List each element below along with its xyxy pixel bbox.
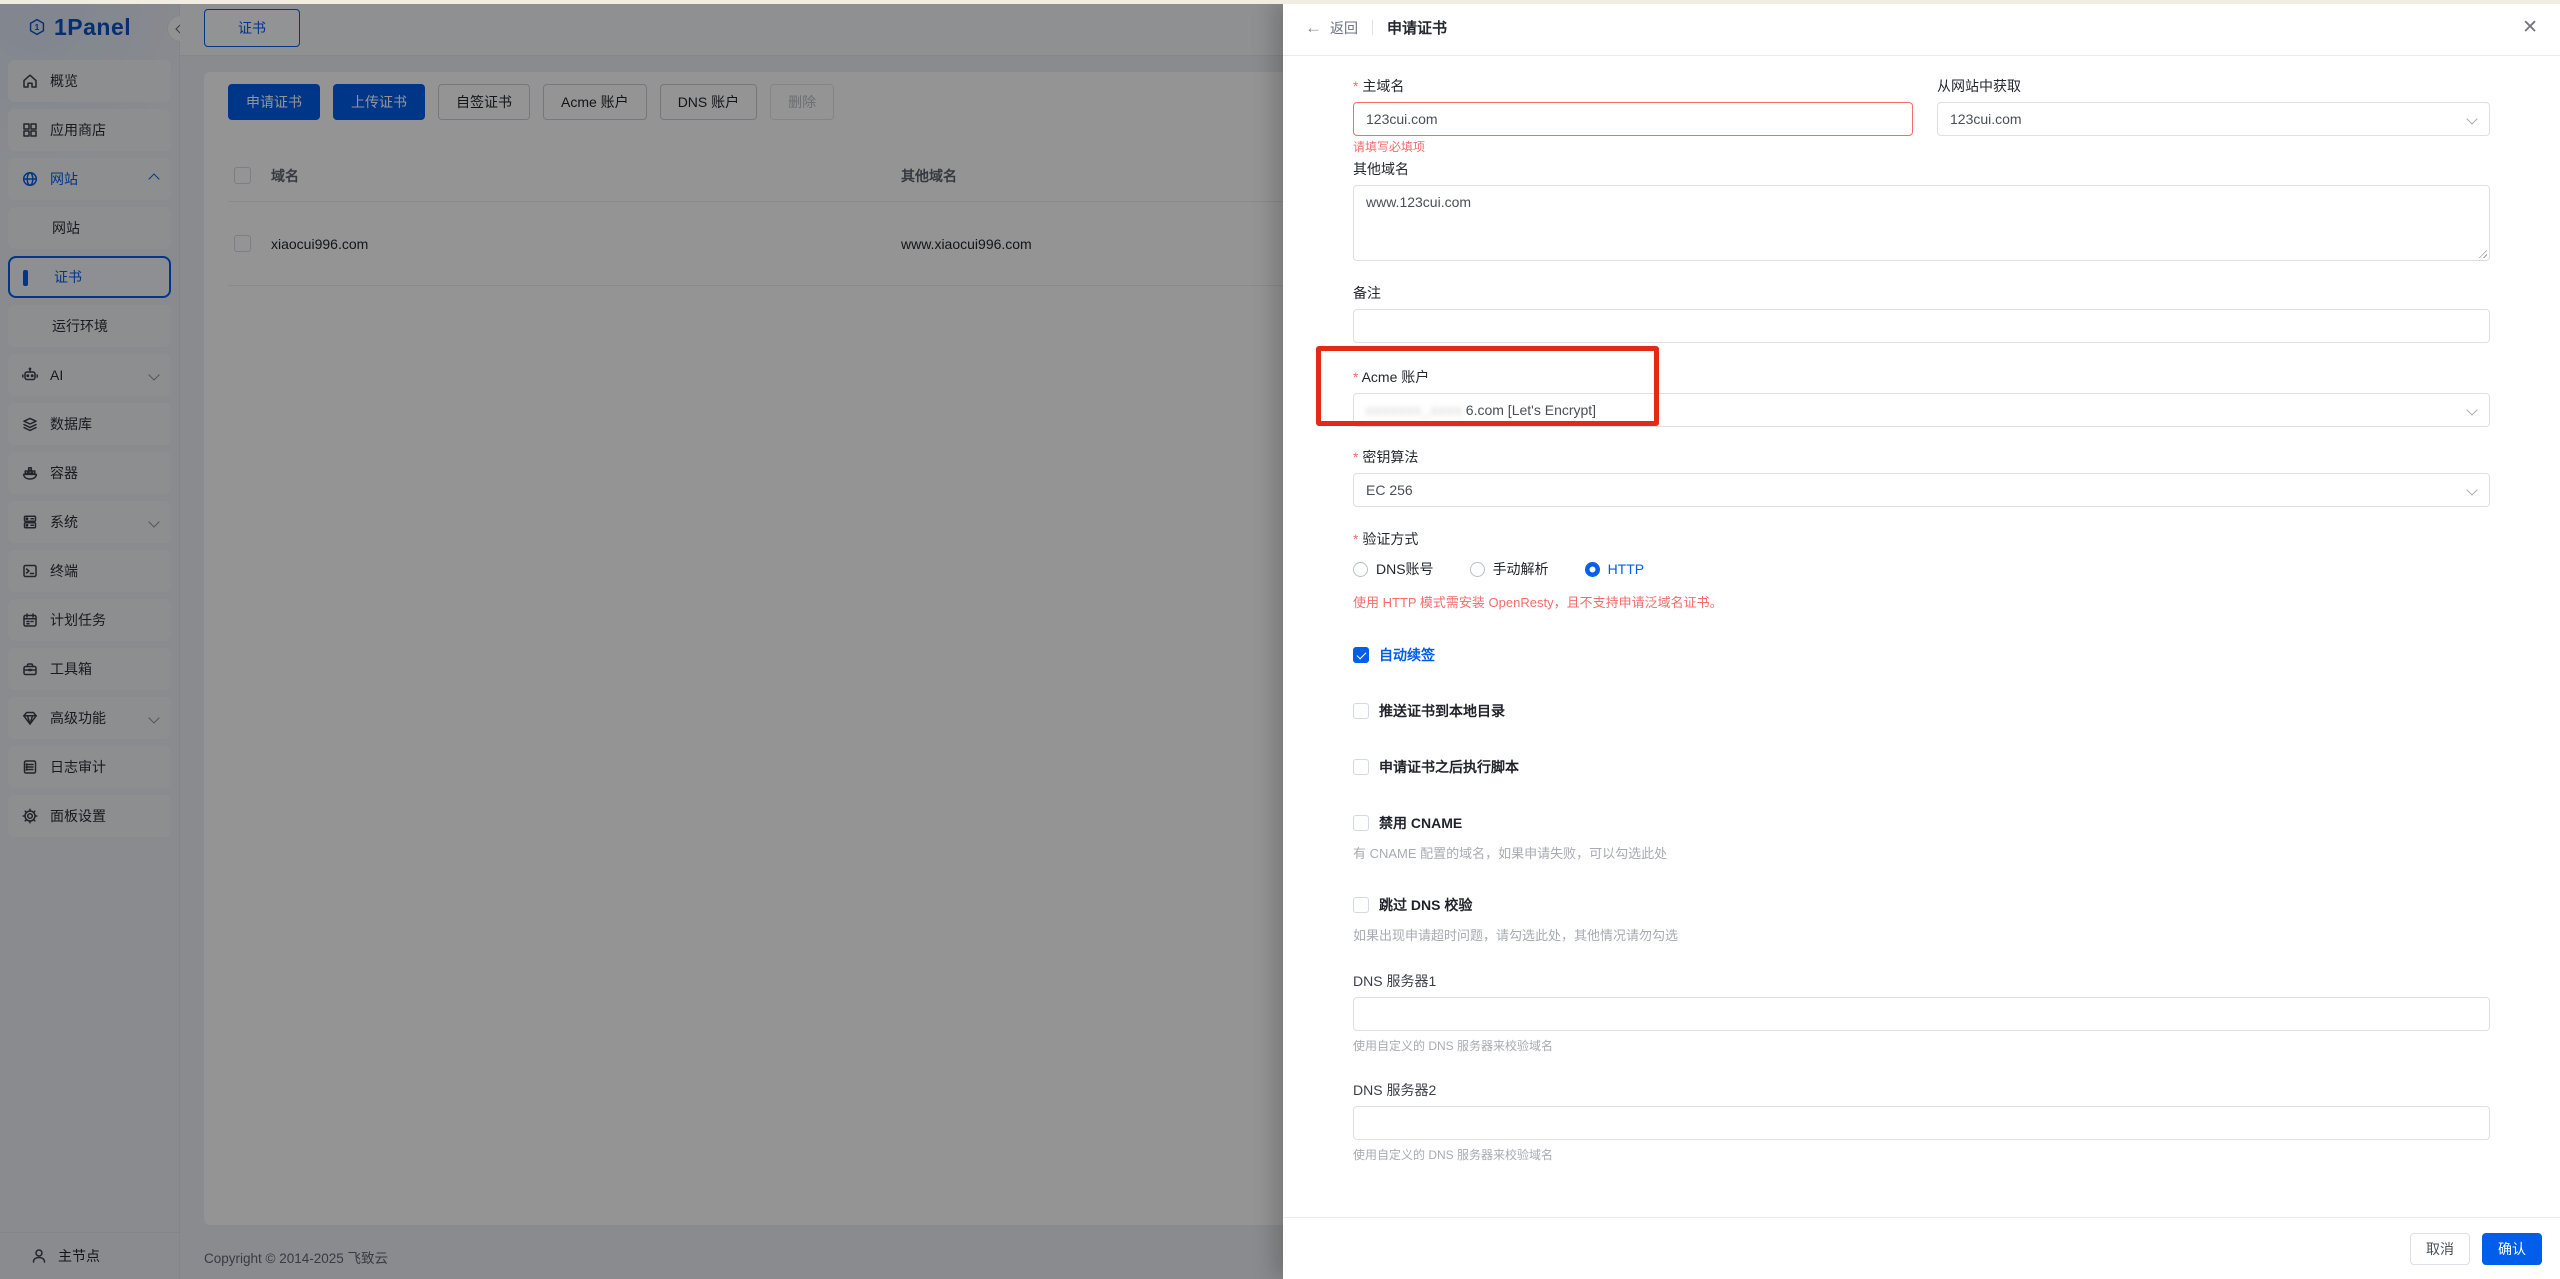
remark-input[interactable]	[1353, 309, 2490, 343]
checkbox-icon	[1353, 759, 1369, 775]
verify-mode-label: 验证方式	[1353, 531, 2490, 547]
remark-label: 备注	[1353, 285, 2490, 301]
radio-manual-resolve[interactable]: 手动解析	[1470, 559, 1549, 579]
chevron-down-icon	[2466, 484, 2477, 495]
from-website-label: 从网站中获取	[1937, 78, 2490, 94]
key-algorithm-select[interactable]: EC 256	[1353, 473, 2490, 507]
checkbox-push-to-local-dir[interactable]: 推送证书到本地目录	[1353, 701, 2490, 721]
drawer-title: 申请证书	[1387, 17, 1447, 38]
other-domains-label: 其他域名	[1353, 161, 2490, 177]
dns-server1-hint: 使用自定义的 DNS 服务器来校验域名	[1353, 1037, 2490, 1054]
primary-domain-input[interactable]	[1353, 102, 1913, 136]
dns-server2-input[interactable]	[1353, 1106, 2490, 1140]
radio-dns-account[interactable]: DNS账号	[1353, 559, 1434, 579]
header-divider	[1372, 20, 1373, 35]
checkbox-exec-script-after[interactable]: 申请证书之后执行脚本	[1353, 757, 2490, 777]
checkbox-icon	[1353, 897, 1369, 913]
dns-server1-input[interactable]	[1353, 997, 2490, 1031]
acme-account-select[interactable]: xxxxxxx_xxxx 6.com [Let's Encrypt]	[1353, 393, 2490, 427]
back-arrow-icon: ←	[1305, 18, 1322, 38]
redacted-text: xxxxxxx_xxxx	[1366, 402, 1463, 418]
checkbox-icon	[1353, 703, 1369, 719]
dns-server2-label: DNS 服务器2	[1353, 1082, 2490, 1098]
checkbox-skip-dns-check[interactable]: 跳过 DNS 校验	[1353, 895, 2490, 915]
apply-cert-drawer: ← 返回 申请证书 ✕ 主域名 请填写必填项 从网站中获取 123cui.com…	[1283, 0, 2560, 1279]
confirm-button[interactable]: 确认	[2482, 1233, 2542, 1265]
radio-http[interactable]: HTTP	[1585, 561, 1645, 577]
drawer-body: 主域名 请填写必填项 从网站中获取 123cui.com 其他域名 www.12…	[1283, 56, 2560, 1217]
close-icon[interactable]: ✕	[2522, 18, 2538, 37]
verify-mode-radio-group: DNS账号 手动解析 HTTP	[1353, 559, 2490, 579]
skip-dns-check-hint: 如果出现申请超时问题，请勾选此处，其他情况请勿勾选	[1353, 928, 2490, 943]
radio-selected-icon	[1585, 562, 1600, 577]
primary-domain-error: 请填写必填项	[1353, 140, 1913, 155]
drawer-footer: 取消 确认	[1283, 1217, 2560, 1279]
cancel-button[interactable]: 取消	[2410, 1233, 2470, 1265]
checkbox-checked-icon	[1353, 647, 1369, 663]
top-edge-strip	[0, 0, 2560, 4]
drawer-header: ← 返回 申请证书 ✕	[1283, 0, 2560, 56]
primary-domain-label: 主域名	[1353, 78, 1913, 94]
checkbox-auto-renew[interactable]: 自动续签	[1353, 645, 2490, 665]
chevron-down-icon	[2466, 404, 2477, 415]
checkbox-disable-cname[interactable]: 禁用 CNAME	[1353, 813, 2490, 833]
key-algorithm-label: 密钥算法	[1353, 449, 2490, 465]
dns-server2-hint: 使用自定义的 DNS 服务器来校验域名	[1353, 1146, 2490, 1163]
dns-server1-label: DNS 服务器1	[1353, 973, 2490, 989]
http-mode-warning: 使用 HTTP 模式需安装 OpenResty，且不支持申请泛域名证书。	[1353, 595, 2490, 611]
radio-icon	[1470, 562, 1485, 577]
disable-cname-hint: 有 CNAME 配置的域名，如果申请失败，可以勾选此处	[1353, 846, 2490, 861]
other-domains-textarea[interactable]: www.123cui.com	[1353, 185, 2490, 261]
radio-icon	[1353, 562, 1368, 577]
chevron-down-icon	[2466, 113, 2477, 124]
checkbox-icon	[1353, 815, 1369, 831]
back-button[interactable]: ← 返回	[1305, 18, 1358, 38]
acme-account-label: Acme 账户	[1353, 369, 2490, 385]
from-website-select[interactable]: 123cui.com	[1937, 102, 2490, 136]
